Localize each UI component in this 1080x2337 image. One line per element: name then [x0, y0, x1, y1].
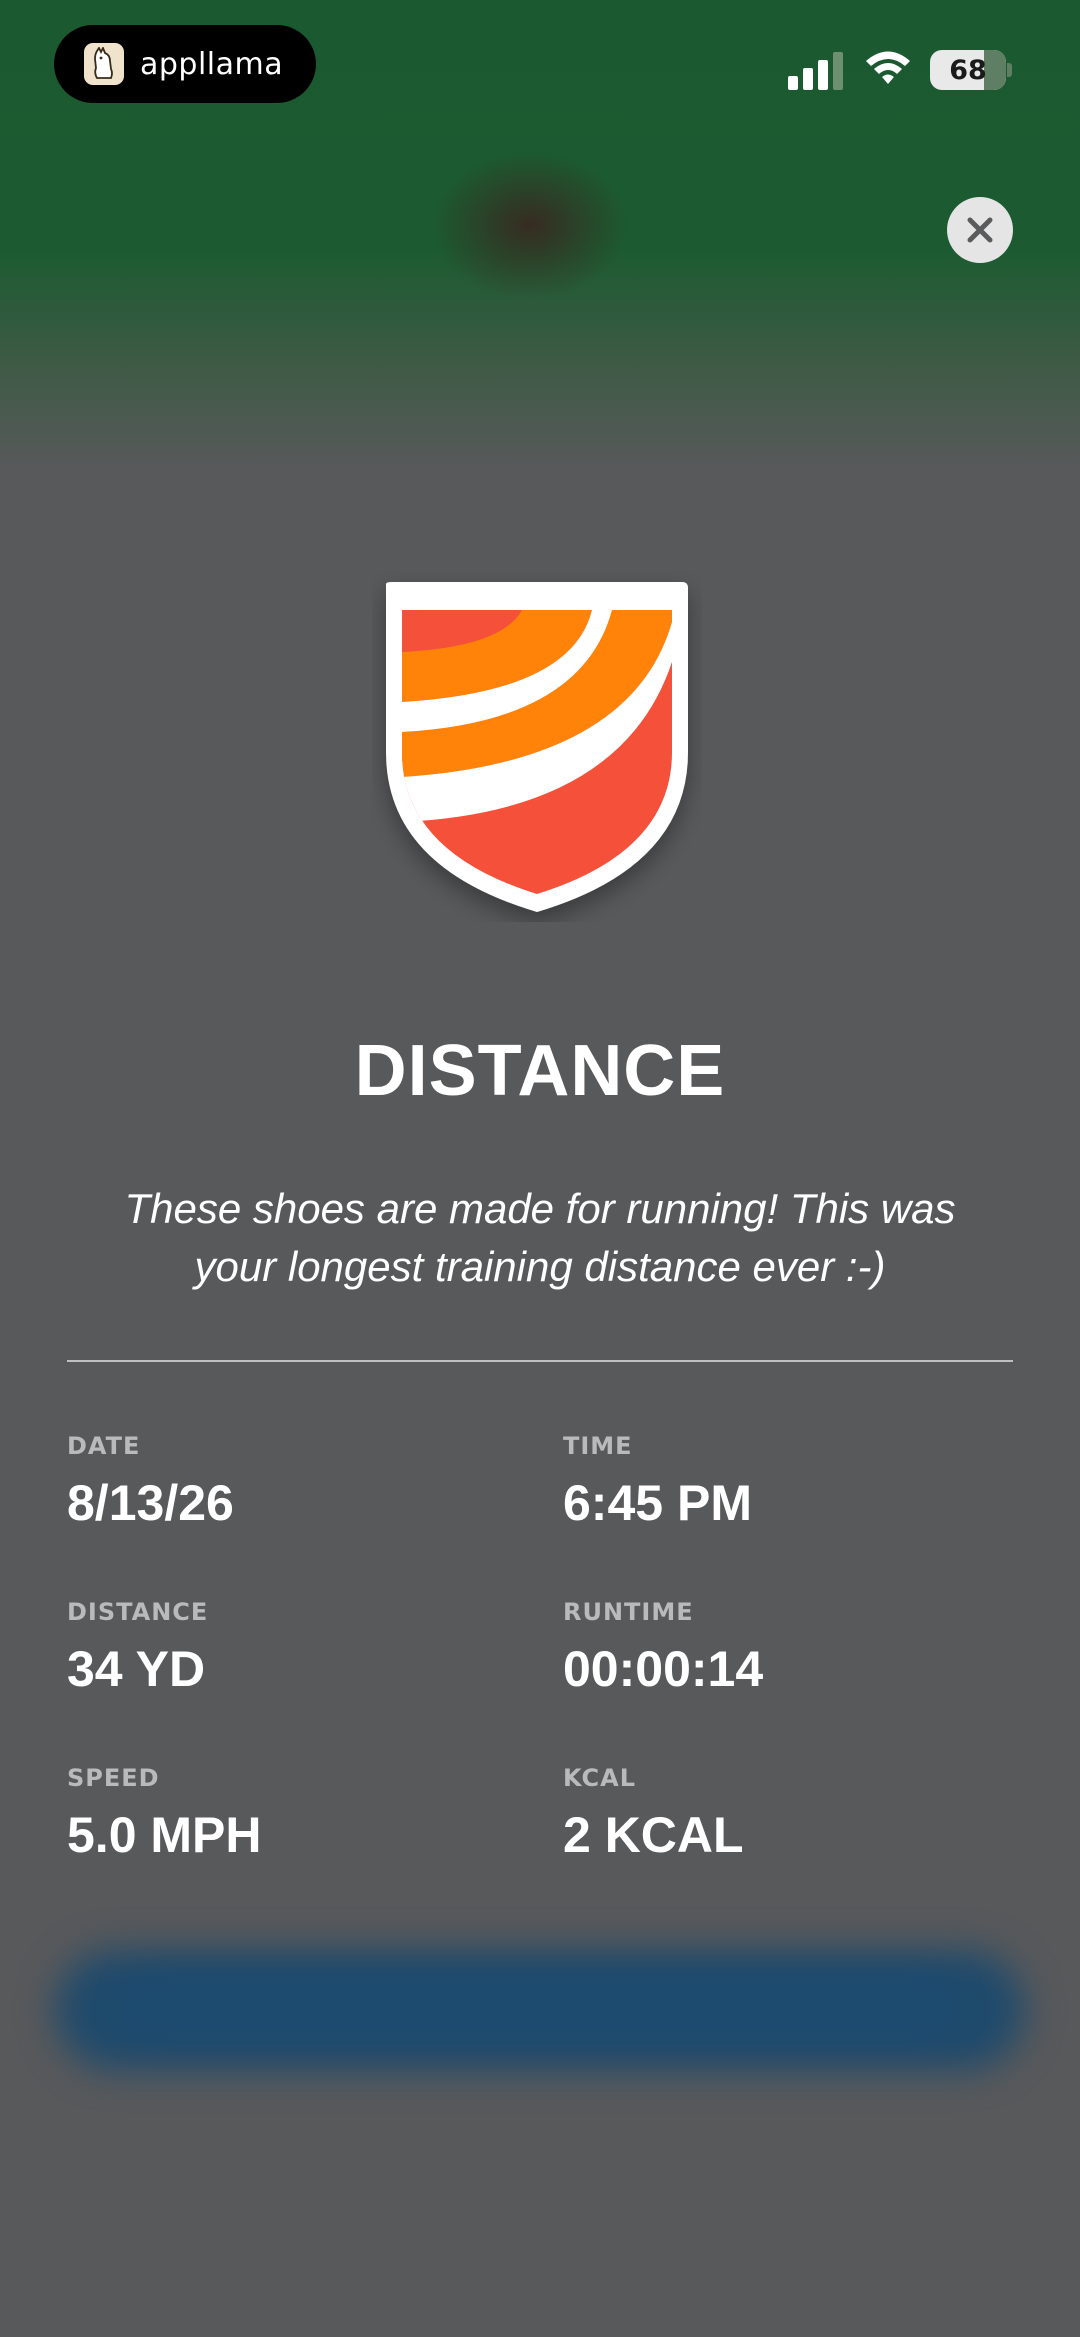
stat-label: TIME	[563, 1432, 633, 1460]
stat-value: 34 YD	[67, 1641, 206, 1697]
stat-kcal: KCAL 2 KCAL	[563, 1764, 744, 1864]
stat-date: DATE 8/13/26	[67, 1432, 234, 1532]
stat-label: SPEED	[67, 1764, 160, 1792]
achievement-title: DISTANCE	[354, 1031, 726, 1111]
stat-value: 5.0 MPH	[67, 1807, 262, 1863]
close-icon	[967, 217, 993, 243]
stat-label: RUNTIME	[563, 1598, 694, 1626]
blurred-background-shape	[430, 150, 630, 300]
stat-speed: SPEED 5.0 MPH	[67, 1764, 262, 1864]
llama-logo-icon	[84, 43, 124, 85]
achievement-description: These shoes are made for running! This w…	[124, 1185, 956, 1290]
stat-distance: DISTANCE 34 YD	[67, 1598, 208, 1698]
stat-runtime: RUNTIME 00:00:14	[563, 1598, 763, 1698]
battery-tip	[1007, 63, 1012, 77]
battery-level: 68	[949, 54, 987, 86]
close-button[interactable]	[947, 197, 1013, 263]
blurred-background-button-core	[120, 1975, 960, 2040]
divider	[67, 1360, 1013, 1362]
stat-label: KCAL	[563, 1764, 636, 1792]
stat-label: DISTANCE	[67, 1598, 209, 1626]
stat-value: 00:00:14	[563, 1641, 764, 1697]
stat-time: TIME 6:45 PM	[563, 1432, 752, 1532]
appllama-pill: appllama	[54, 25, 316, 103]
stat-value: 6:45 PM	[563, 1475, 752, 1531]
stat-label: DATE	[67, 1432, 141, 1460]
wifi-icon	[866, 51, 910, 84]
battery-empty-portion	[984, 50, 1006, 90]
appllama-label: appllama	[140, 46, 284, 82]
shield-badge-icon	[386, 582, 688, 912]
stat-value: 2 KCAL	[563, 1807, 744, 1863]
battery-indicator: 68	[930, 50, 1006, 90]
stat-value: 8/13/26	[67, 1475, 234, 1531]
cellular-signal-icon	[788, 52, 843, 90]
